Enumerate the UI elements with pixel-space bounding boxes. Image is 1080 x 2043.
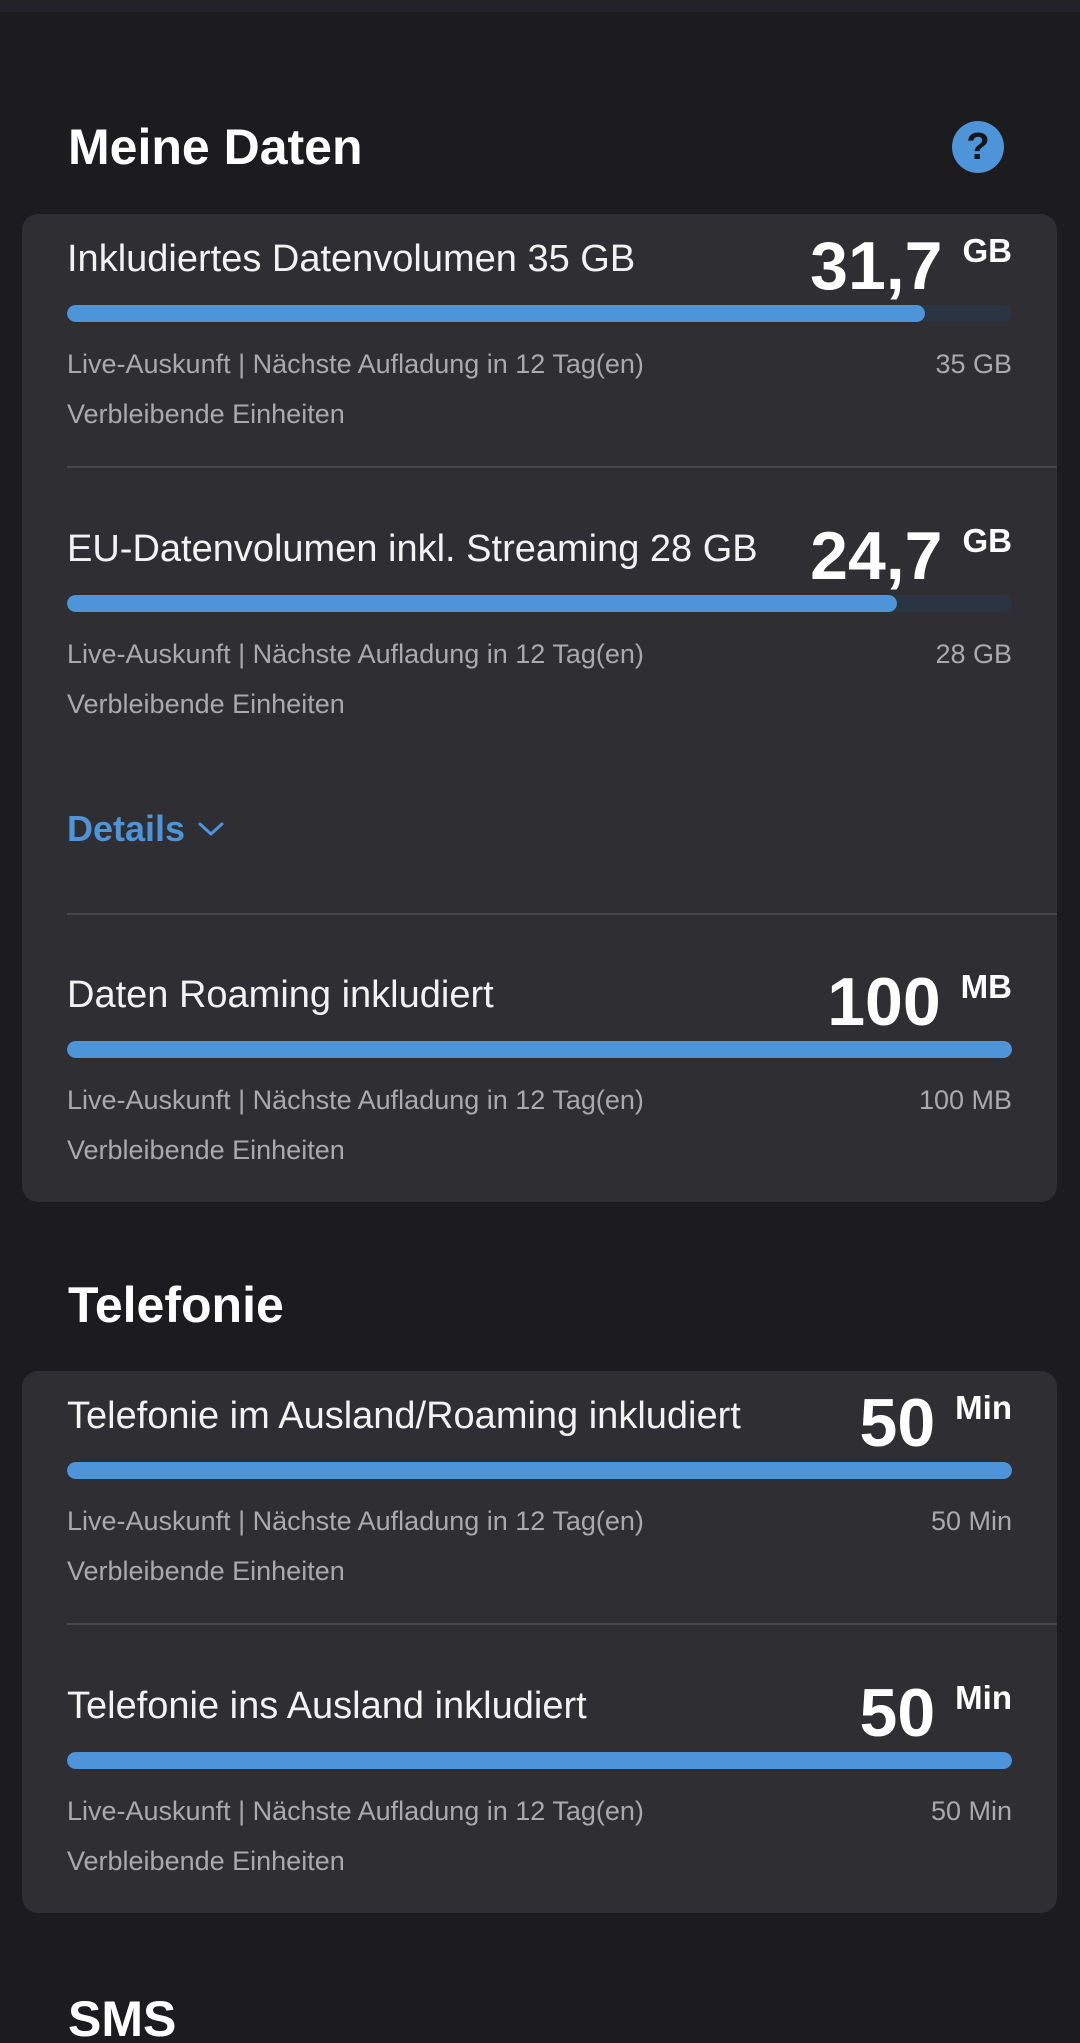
- details-toggle[interactable]: Details: [67, 808, 225, 850]
- remaining-units-label: Verbleibende Einheiten: [67, 689, 345, 719]
- section-title-telefonie: Telefonie: [68, 1277, 284, 1333]
- refill-info: Live-Auskunft | Nächste Aufladung in 12 …: [67, 1085, 644, 1115]
- remaining-units-label: Verbleibende Einheiten: [67, 399, 345, 429]
- chevron-down-icon: [198, 822, 224, 836]
- amount-value: 100: [827, 964, 941, 1040]
- remaining-units-label: Verbleibende Einheiten: [67, 1556, 345, 1586]
- progress-bar: [67, 595, 1012, 612]
- progress-fill: [67, 1462, 1012, 1479]
- amount-unit: GB: [962, 522, 1013, 559]
- item-title: EU-Datenvolumen inkl. Streaming 28 GB: [67, 528, 758, 570]
- total-amount: 100 MB: [918, 1085, 1012, 1115]
- total-amount: 50 Min: [930, 1796, 1012, 1826]
- section-title-sms: SMS: [68, 1991, 177, 2043]
- item-amount: 24,7 GB: [810, 522, 1012, 590]
- item-title: Telefonie ins Ausland inkludiert: [67, 1685, 587, 1727]
- page-title: Meine Daten: [68, 119, 363, 175]
- progress-fill: [67, 305, 926, 322]
- data-card: Inkludiertes Datenvolumen 35 GB 31,7 GB …: [22, 214, 1057, 1202]
- item-amount: 31,7 GB: [810, 232, 1012, 300]
- item-amount: 100 MB: [827, 968, 1012, 1036]
- item-title: Daten Roaming inkludiert: [67, 974, 494, 1016]
- amount-unit: Min: [955, 1679, 1012, 1716]
- telefonie-card: Telefonie im Ausland/Roaming inkludiert …: [22, 1371, 1057, 1913]
- divider: [67, 466, 1057, 468]
- total-amount: 28 GB: [935, 639, 1012, 669]
- remaining-units-label: Verbleibende Einheiten: [67, 1135, 345, 1165]
- amount-unit: MB: [960, 968, 1012, 1005]
- page: Meine Daten ? Inkludiertes Datenvolumen …: [0, 0, 1080, 2043]
- total-amount: 35 GB: [935, 349, 1012, 379]
- amount-unit: Min: [955, 1389, 1012, 1426]
- status-bar-edge: [0, 0, 1080, 12]
- amount-value: 24,7: [810, 518, 943, 594]
- progress-fill: [67, 1752, 1012, 1769]
- help-button[interactable]: ?: [952, 121, 1004, 173]
- divider: [67, 913, 1057, 915]
- amount-value: 31,7: [810, 228, 943, 304]
- item-title: Inkludiertes Datenvolumen 35 GB: [67, 238, 636, 280]
- question-mark-icon: ?: [966, 126, 990, 168]
- total-amount: 50 Min: [930, 1506, 1012, 1536]
- refill-info: Live-Auskunft | Nächste Aufladung in 12 …: [67, 639, 644, 669]
- amount-value: 50: [859, 1385, 936, 1461]
- progress-bar: [67, 1041, 1012, 1058]
- progress-bar: [67, 305, 1012, 322]
- refill-info: Live-Auskunft | Nächste Aufladung in 12 …: [67, 349, 644, 379]
- progress-bar: [67, 1752, 1012, 1769]
- details-label: Details: [67, 808, 186, 849]
- item-title: Telefonie im Ausland/Roaming inkludiert: [67, 1395, 741, 1437]
- remaining-units-label: Verbleibende Einheiten: [67, 1846, 345, 1876]
- refill-info: Live-Auskunft | Nächste Aufladung in 12 …: [67, 1506, 644, 1536]
- divider: [67, 1623, 1057, 1625]
- refill-info: Live-Auskunft | Nächste Aufladung in 12 …: [67, 1796, 644, 1826]
- amount-value: 50: [859, 1675, 936, 1751]
- amount-unit: GB: [962, 232, 1013, 269]
- progress-fill: [67, 1041, 1012, 1058]
- item-amount: 50 Min: [860, 1679, 1012, 1747]
- item-amount: 50 Min: [860, 1389, 1012, 1457]
- progress-bar: [67, 1462, 1012, 1479]
- progress-fill: [67, 595, 897, 612]
